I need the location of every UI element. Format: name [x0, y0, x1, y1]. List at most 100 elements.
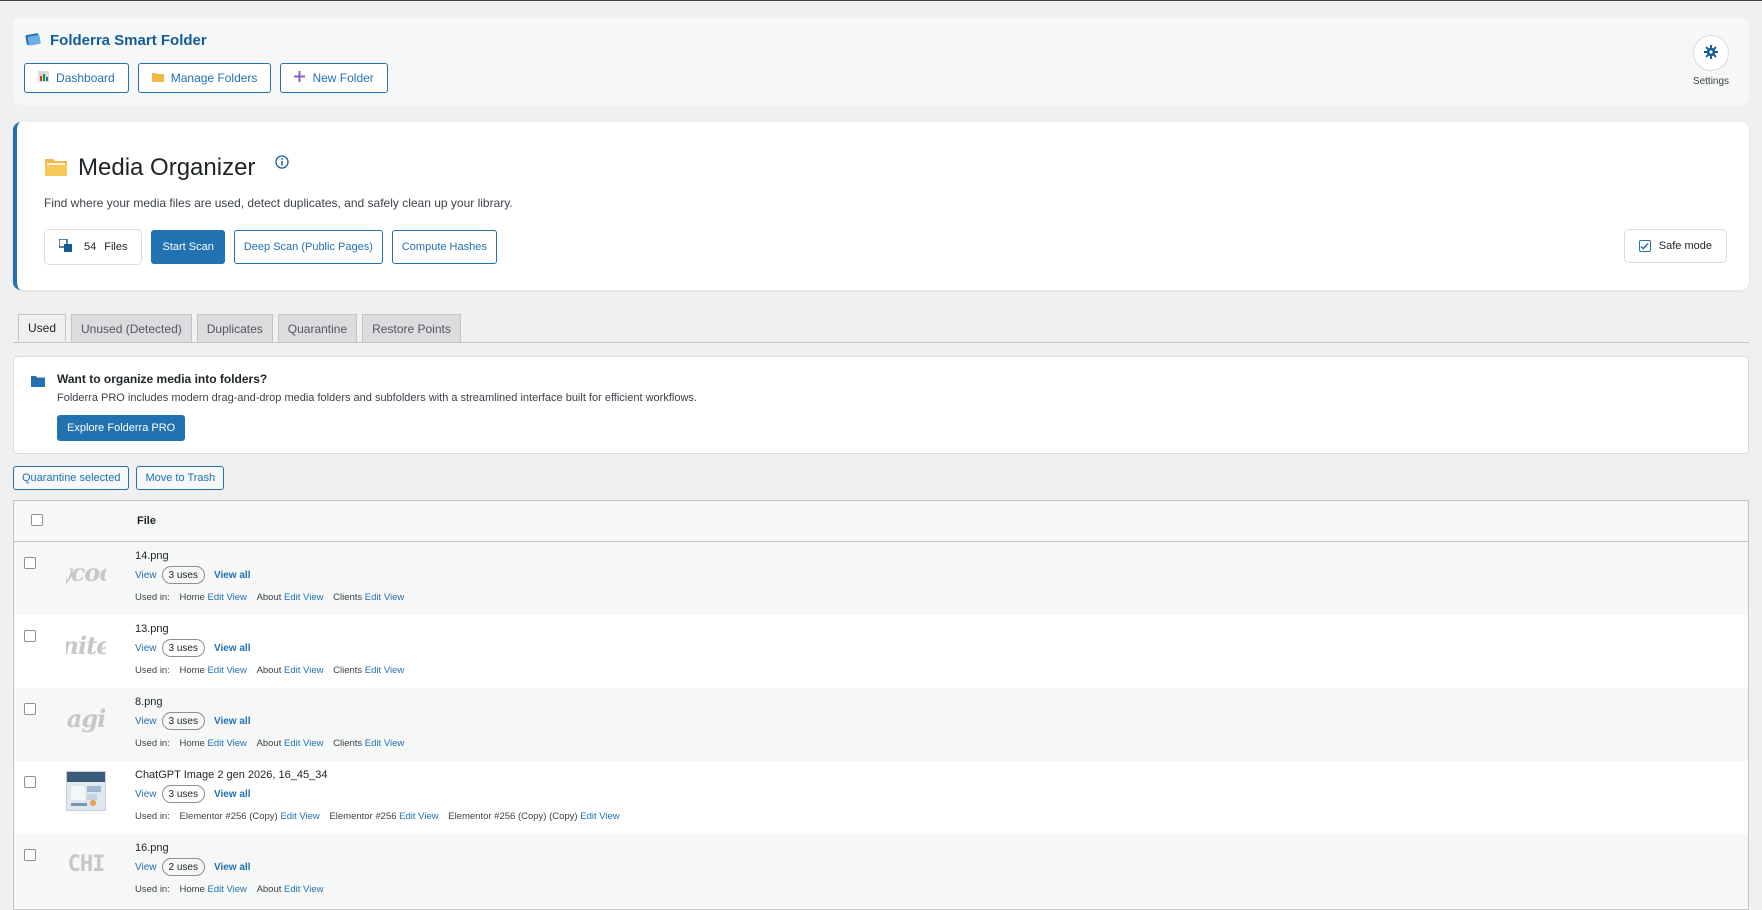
- tab-duplicates[interactable]: Duplicates: [196, 314, 273, 342]
- view-link[interactable]: View: [135, 643, 157, 654]
- table-row: nite 13.png View 3 uses View all Used in…: [14, 615, 1748, 688]
- used-in-label: Used in:: [135, 811, 170, 822]
- view-all-link[interactable]: View all: [214, 643, 251, 654]
- edit-link[interactable]: Edit: [207, 738, 223, 749]
- tab-used[interactable]: Used: [18, 314, 67, 342]
- page-name: Home: [179, 665, 205, 676]
- page-view-link[interactable]: View: [227, 665, 247, 676]
- media-table: File ycoo 14.png View 3 uses View all Us…: [13, 500, 1749, 910]
- file-links: View 3 uses View all: [135, 785, 250, 803]
- edit-link[interactable]: Edit: [284, 592, 300, 603]
- files-label: Files: [104, 241, 128, 253]
- used-in: Used in: Home Edit View About Edit View: [135, 884, 323, 895]
- edit-link[interactable]: Edit: [365, 592, 381, 603]
- start-scan-button[interactable]: Start Scan: [151, 230, 225, 264]
- settings-label: Settings: [1692, 76, 1730, 87]
- manage-folders-label: Manage Folders: [170, 71, 258, 85]
- move-to-trash-button[interactable]: Move to Trash: [136, 466, 225, 490]
- explore-pro-button[interactable]: Explore Folderra PRO: [57, 415, 186, 441]
- used-in: Used in: Home Edit View About Edit View …: [135, 592, 404, 603]
- edit-link[interactable]: Edit: [284, 665, 300, 676]
- promo-title: Want to organize media into folders?: [57, 372, 268, 386]
- row-checkbox[interactable]: [24, 630, 36, 642]
- page-view-link[interactable]: View: [599, 811, 619, 822]
- edit-link[interactable]: Edit: [365, 665, 381, 676]
- page-view-link[interactable]: View: [227, 738, 247, 749]
- page-name: About: [256, 592, 282, 603]
- thumbnail[interactable]: ycoo: [66, 552, 106, 592]
- page-name: Elementor #256: [329, 811, 397, 822]
- page-view-link[interactable]: View: [418, 811, 438, 822]
- thumbnail-image[interactable]: [66, 771, 106, 811]
- uses-badge: 3 uses: [161, 712, 205, 730]
- tab-unused[interactable]: Unused (Detected): [71, 314, 192, 342]
- settings-button[interactable]: [1693, 35, 1729, 71]
- view-link[interactable]: View: [135, 789, 157, 800]
- tab-bar: Used Unused (Detected) Duplicates Quaran…: [18, 314, 461, 342]
- dashboard-button[interactable]: Dashboard: [24, 63, 129, 93]
- uses-badge: 3 uses: [161, 566, 205, 584]
- page-view-link[interactable]: View: [384, 592, 404, 603]
- new-folder-label: New Folder: [312, 71, 374, 85]
- card-description: Find where your media files are used, de…: [44, 196, 513, 210]
- edit-link[interactable]: Edit: [207, 665, 223, 676]
- edit-link[interactable]: Edit: [207, 884, 223, 895]
- view-all-link[interactable]: View all: [214, 570, 251, 581]
- safe-mode-label: Safe mode: [1658, 240, 1712, 252]
- brand-title: Folderra Smart Folder: [50, 32, 207, 49]
- view-link[interactable]: View: [135, 570, 157, 581]
- page-view-link[interactable]: View: [303, 592, 323, 603]
- used-in: Used in: Home Edit View About Edit View …: [135, 665, 404, 676]
- safe-mode-checkbox[interactable]: [1638, 240, 1651, 252]
- page-name: Home: [179, 592, 205, 603]
- page-view-link[interactable]: View: [303, 738, 323, 749]
- edit-link[interactable]: Edit: [284, 884, 300, 895]
- view-link[interactable]: View: [135, 716, 157, 727]
- page-view-link[interactable]: View: [303, 884, 323, 895]
- row-checkbox[interactable]: [24, 703, 36, 715]
- tab-restore-points[interactable]: Restore Points: [362, 314, 461, 342]
- top-nav: Dashboard Manage Folders New Folder: [24, 63, 388, 93]
- tabs-divider: [13, 342, 1749, 343]
- edit-link[interactable]: Edit: [280, 811, 296, 822]
- thumbnail[interactable]: CHI: [66, 844, 106, 884]
- view-all-link[interactable]: View all: [214, 716, 251, 727]
- page-view-link[interactable]: View: [384, 665, 404, 676]
- files-count-badge: 54 Files: [44, 229, 143, 265]
- edit-link[interactable]: Edit: [207, 592, 223, 603]
- view-link[interactable]: View: [135, 862, 157, 873]
- file-name: 8.png: [135, 696, 163, 708]
- manage-folders-button[interactable]: Manage Folders: [137, 63, 272, 93]
- page-view-link[interactable]: View: [384, 738, 404, 749]
- page-title: Media Organizer: [78, 154, 256, 181]
- row-checkbox[interactable]: [24, 776, 36, 788]
- row-checkbox[interactable]: [24, 557, 36, 569]
- compute-hashes-button[interactable]: Compute Hashes: [391, 230, 497, 264]
- pro-promo-notice: Want to organize media into folders? Fol…: [13, 356, 1749, 454]
- view-all-link[interactable]: View all: [214, 862, 251, 873]
- quarantine-selected-button[interactable]: Quarantine selected: [13, 466, 130, 490]
- page-view-link[interactable]: View: [299, 811, 319, 822]
- view-all-link[interactable]: View all: [214, 789, 251, 800]
- edit-link[interactable]: Edit: [284, 738, 300, 749]
- edit-link[interactable]: Edit: [399, 811, 415, 822]
- select-all-checkbox[interactable]: [31, 514, 43, 526]
- thumbnail[interactable]: nite: [66, 625, 106, 665]
- used-in-label: Used in:: [135, 665, 170, 676]
- deep-scan-button[interactable]: Deep Scan (Public Pages): [233, 230, 383, 264]
- thumbnail[interactable]: agi: [66, 698, 106, 738]
- tab-quarantine[interactable]: Quarantine: [277, 314, 358, 342]
- edit-link[interactable]: Edit: [580, 811, 596, 822]
- folder-icon: [31, 375, 45, 390]
- page-view-link[interactable]: View: [227, 592, 247, 603]
- uses-badge: 2 uses: [161, 858, 205, 876]
- new-folder-button[interactable]: New Folder: [280, 63, 388, 93]
- row-checkbox[interactable]: [24, 849, 36, 861]
- dashboard-label: Dashboard: [56, 71, 115, 85]
- safe-mode-toggle[interactable]: Safe mode: [1623, 229, 1727, 263]
- info-icon[interactable]: [275, 154, 290, 172]
- page-name: Clients: [333, 665, 363, 676]
- edit-link[interactable]: Edit: [365, 738, 381, 749]
- page-view-link[interactable]: View: [227, 884, 247, 895]
- page-view-link[interactable]: View: [303, 665, 323, 676]
